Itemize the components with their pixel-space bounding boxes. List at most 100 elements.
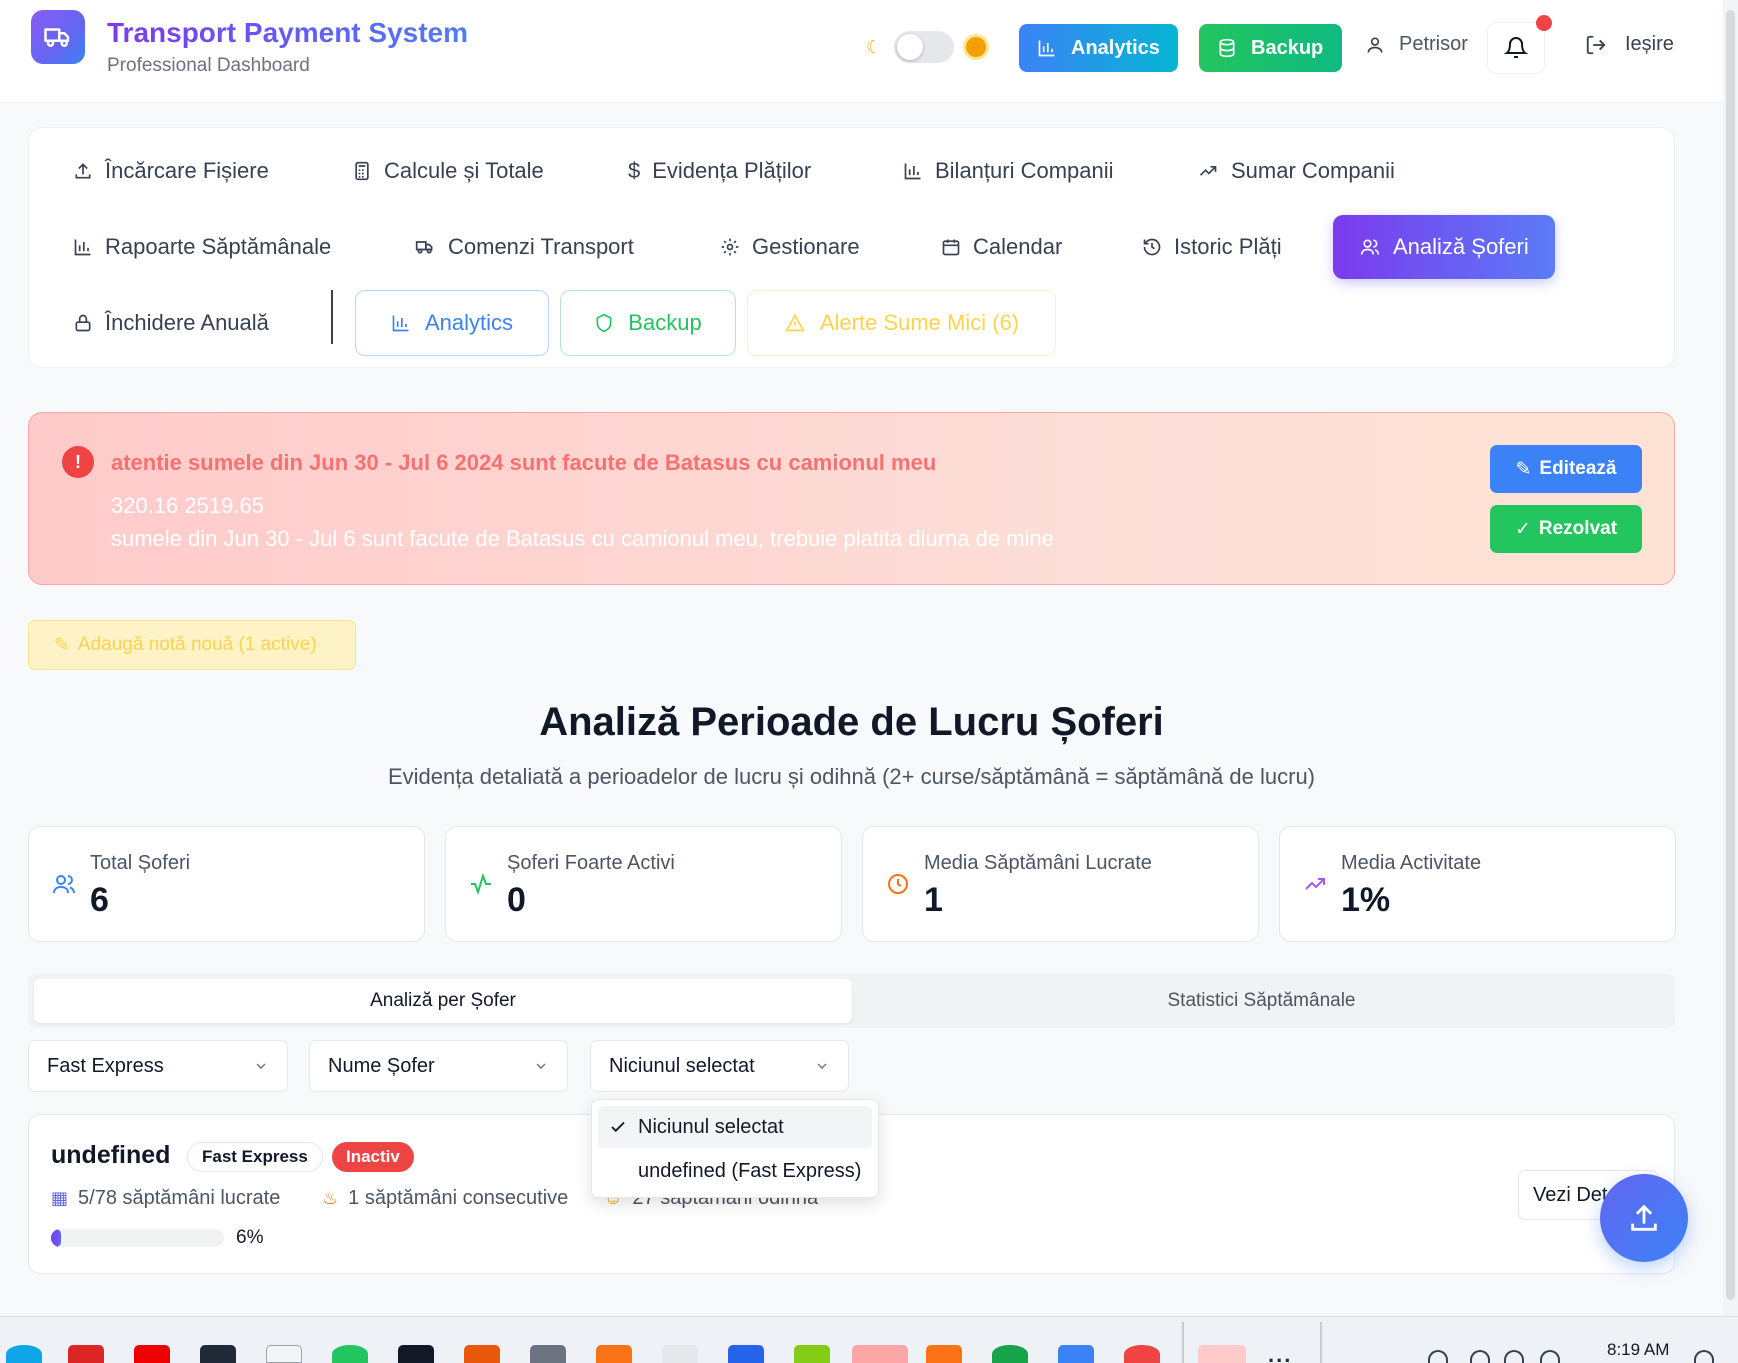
nav-item-upload[interactable]: Încărcare Fișiere — [73, 139, 269, 203]
logout-icon — [1586, 35, 1606, 54]
notepad-icon[interactable] — [728, 1345, 764, 1363]
nav-item-payments[interactable]: $ Evidența Plăților — [628, 139, 811, 203]
resolve-note-label: Rezolvat — [1538, 518, 1618, 539]
nav-item-transport-orders[interactable]: Comenzi Transport — [414, 215, 634, 279]
nav-item-driver-analysis[interactable]: Analiză Șoferi — [1333, 215, 1555, 279]
snipping-tool-icon[interactable] — [1198, 1345, 1246, 1363]
add-note-button[interactable]: ✎ Adaugă notă nouă (1 active) — [28, 620, 356, 670]
switch-knob — [897, 34, 924, 60]
files-icon[interactable] — [596, 1345, 632, 1363]
nav-item-management[interactable]: Gestionare — [720, 215, 860, 279]
bar-chart-icon — [74, 239, 91, 256]
pencil-icon: ✎ — [1515, 458, 1532, 480]
small-amount-alerts-button[interactable]: Alerte Sume Mici (6) — [747, 290, 1056, 356]
stat-value: 0 — [507, 881, 526, 919]
stat-value: 6 — [90, 881, 109, 919]
calculator-icon — [355, 161, 369, 181]
header-backup-button[interactable]: Backup — [1199, 24, 1342, 72]
driver-name-select[interactable]: Nume Șofer — [309, 1040, 568, 1092]
taskbar-clock[interactable]: 8:19 AM — [1607, 1340, 1669, 1360]
nav-analytics-button[interactable]: Analytics — [355, 290, 549, 356]
company-select[interactable]: Fast Express — [28, 1040, 288, 1092]
editor-icon[interactable] — [794, 1345, 830, 1363]
nav-item-company-summary[interactable]: Sumar Companii — [1197, 139, 1395, 203]
nav-backup-button[interactable]: Backup — [560, 290, 736, 356]
truck-icon — [415, 241, 433, 254]
consecutive-text: 1 săptămâni consecutive — [348, 1187, 569, 1209]
battery-icon[interactable] — [1540, 1350, 1560, 1363]
stat-card-total-drivers: Total Șoferi 6 — [28, 826, 425, 942]
note-description: sumele din Jun 30 - Jul 6 sunt facute de… — [111, 526, 1054, 551]
upload-icon — [1631, 1204, 1657, 1231]
user-icon — [1367, 37, 1383, 53]
app-red-icon[interactable] — [68, 1345, 104, 1363]
tab-per-driver[interactable]: Analiză per Șofer — [34, 979, 852, 1023]
user-menu[interactable]: Petrisor — [1365, 33, 1468, 56]
nav-item-payment-history[interactable]: Istoric Plăți — [1142, 215, 1282, 279]
chevron-down-icon — [817, 1063, 827, 1069]
whatsapp-business-icon[interactable] — [992, 1345, 1028, 1363]
header-analytics-button[interactable]: Analytics — [1019, 24, 1178, 72]
user-name: Petrisor — [1399, 33, 1468, 55]
notifications-button[interactable] — [1487, 22, 1545, 74]
bar-chart-icon — [392, 315, 409, 332]
activity-progress-bar — [51, 1229, 224, 1247]
edit-note-button[interactable]: ✎ Editează — [1490, 445, 1642, 493]
wifi-icon[interactable] — [1470, 1350, 1490, 1363]
photos-icon[interactable] — [1058, 1345, 1094, 1363]
chevron-down-icon — [256, 1063, 266, 1069]
upload-fab-button[interactable] — [1600, 1174, 1688, 1262]
driver-select-value: Niciunul selectat — [609, 1054, 755, 1077]
app-orange-icon[interactable] — [464, 1345, 500, 1363]
fire-icon: ♨ — [322, 1188, 339, 1208]
whatsapp-icon[interactable] — [332, 1345, 368, 1363]
scrollbar-thumb[interactable] — [1726, 10, 1735, 1300]
network-icon[interactable] — [662, 1345, 698, 1363]
upload-icon — [75, 163, 91, 179]
scanner-icon[interactable] — [530, 1345, 566, 1363]
chevron-up-icon[interactable] — [1428, 1350, 1448, 1363]
logout-button[interactable]: Ieșire — [1585, 33, 1674, 56]
calendar-icon — [942, 239, 960, 256]
driver-company-badge: Fast Express — [187, 1142, 323, 1172]
tab-weekly-stats[interactable]: Statistici Săptămânale — [854, 979, 1669, 1023]
dropdown-option-none[interactable]: Niciunul selectat — [598, 1106, 872, 1148]
page-title: Analiză Perioade de Lucru Șoferi — [539, 700, 1164, 744]
history-icon — [1143, 238, 1161, 256]
nav-item-weekly-reports[interactable]: Rapoarte Săptămânale — [73, 215, 331, 279]
driver-select-dropdown: Niciunul selectat undefined (Fast Expres… — [591, 1099, 879, 1198]
activity-percentage: 6% — [236, 1227, 264, 1248]
sun-icon — [966, 37, 987, 57]
font-app-icon[interactable] — [266, 1345, 302, 1363]
check-icon: ✓ — [1514, 518, 1531, 540]
app-star-icon[interactable] — [926, 1345, 962, 1363]
alert-icon: ! — [62, 446, 94, 478]
youtube-icon[interactable] — [134, 1345, 170, 1363]
notification-center-icon[interactable] — [1694, 1350, 1714, 1363]
theme-switch[interactable] — [894, 31, 955, 63]
vertical-scrollbar[interactable] — [1723, 0, 1738, 1316]
add-note-label: Adaugă notă nouă (1 active) — [77, 634, 317, 655]
react-native-icon[interactable] — [398, 1345, 434, 1363]
edge-icon[interactable] — [6, 1345, 42, 1363]
nav-item-annual-closing[interactable]: Închidere Anuală — [73, 291, 269, 355]
word-icon[interactable] — [852, 1345, 908, 1363]
database-icon — [1219, 38, 1235, 58]
bell-icon — [1504, 37, 1528, 58]
nav-item-label: Gestionare — [752, 234, 860, 259]
resolve-note-button[interactable]: ✓ Rezolvat — [1490, 505, 1642, 553]
volume-icon[interactable] — [1504, 1350, 1524, 1363]
bar-chart-icon — [1038, 40, 1055, 57]
nav-item-calendar[interactable]: Calendar — [941, 215, 1062, 279]
nav-item-calculations[interactable]: Calcule și Totale — [352, 139, 544, 203]
driver-select[interactable]: Niciunul selectat — [590, 1040, 849, 1092]
dropdown-option-driver[interactable]: undefined (Fast Express) — [598, 1150, 872, 1192]
react-icon[interactable] — [200, 1345, 236, 1363]
note-title: atentie sumele din Jun 30 - Jul 6 2024 s… — [111, 450, 937, 475]
nav-item-balances[interactable]: Bilanțuri Companii — [903, 139, 1114, 203]
chrome-icon[interactable] — [1124, 1345, 1160, 1363]
theme-toggle[interactable]: ☾ — [866, 31, 987, 63]
moon-icon: ☾ — [866, 36, 883, 57]
driver-name: undefined — [51, 1141, 171, 1169]
taskbar-more-icon[interactable]: ... — [1268, 1342, 1292, 1363]
